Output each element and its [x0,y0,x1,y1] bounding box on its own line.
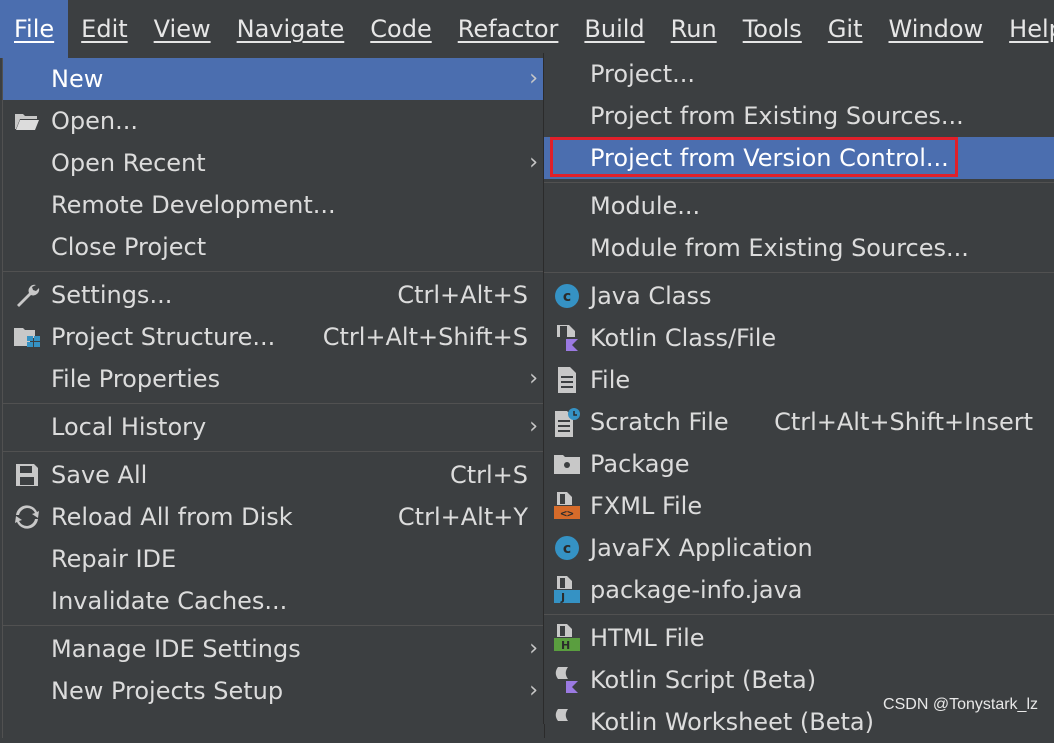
separator [544,272,1054,273]
menu-window[interactable]: Window [876,0,997,58]
svg-text:c: c [563,541,571,557]
menu-item-open[interactable]: Open... [3,100,544,142]
java-class-icon: c [544,275,590,317]
menu-item-open-recent[interactable]: Open Recent › [3,142,544,184]
menu-navigate[interactable]: Navigate [224,0,358,58]
separator [3,271,544,272]
chevron-right-icon: › [529,150,538,175]
menu-item-project-structure[interactable]: Project Structure... Ctrl+Alt+Shift+S [3,316,544,358]
fxml-file-icon: <> [544,485,590,527]
menu-item-settings[interactable]: Settings... Ctrl+Alt+S [3,274,544,316]
submenu-item-javafx-application[interactable]: c JavaFX Application [544,527,1054,569]
menu-git[interactable]: Git [815,0,876,58]
wrench-icon [3,274,51,316]
svg-text:H: H [561,639,570,652]
submenu-item-project[interactable]: Project... [544,53,1054,95]
java-class-icon: c [544,527,590,569]
menu-item-manage-ide-settings[interactable]: Manage IDE Settings › [3,628,544,670]
java-file-icon: J [544,569,590,611]
folder-open-icon [3,100,51,142]
project-structure-icon [3,316,51,358]
menu-run[interactable]: Run [658,0,730,58]
svg-text:J: J [560,591,565,604]
menu-build[interactable]: Build [571,0,657,58]
menu-refactor[interactable]: Refactor [445,0,572,58]
menu-item-remote-development[interactable]: Remote Development... [3,184,544,226]
separator [3,625,544,626]
package-icon [544,443,590,485]
menu-item-file-properties[interactable]: File Properties › [3,358,544,400]
menu-help[interactable]: Help [996,0,1054,58]
submenu-item-fxml-file[interactable]: <> FXML File [544,485,1054,527]
separator [544,182,1054,183]
menu-edit[interactable]: Edit [68,0,140,58]
new-submenu: Project... Project from Existing Sources… [543,53,1054,736]
submenu-item-package-info[interactable]: J package-info.java [544,569,1054,611]
menu-bar: File Edit View Navigate Code Refactor Bu… [0,0,1054,58]
submenu-item-file[interactable]: File [544,359,1054,401]
save-icon [3,454,51,496]
menu-item-invalidate-caches[interactable]: Invalidate Caches... [3,580,544,622]
reload-icon [3,496,51,538]
separator [544,614,1054,615]
chevron-right-icon: › [529,636,538,661]
submenu-item-kotlin-class[interactable]: Kotlin Class/File [544,317,1054,359]
chevron-right-icon: › [529,66,538,91]
separator [3,403,544,404]
menu-code[interactable]: Code [357,0,444,58]
menu-file[interactable]: File [0,0,69,58]
submenu-item-project-from-vcs[interactable]: Project from Version Control... [544,137,1054,179]
watermark: CSDN @Tonystark_lz [883,696,1038,713]
chevron-right-icon: › [529,678,538,703]
scratch-file-icon [544,401,590,443]
file-menu-dropdown: New › Open... Open Recent › Remote Devel… [2,58,545,738]
chevron-right-icon: › [529,366,538,391]
submenu-item-module[interactable]: Module... [544,185,1054,227]
file-icon [544,359,590,401]
menu-item-repair-ide[interactable]: Repair IDE [3,538,544,580]
submenu-item-html-file[interactable]: H HTML File [544,617,1054,659]
svg-text:<>: <> [560,507,574,520]
svg-text:c: c [563,289,571,305]
submenu-item-package[interactable]: Package [544,443,1054,485]
submenu-item-project-existing-sources[interactable]: Project from Existing Sources... [544,95,1054,137]
submenu-item-kotlin-script[interactable]: Kotlin Script (Beta) [544,659,1054,701]
submenu-item-scratch-file[interactable]: Scratch File Ctrl+Alt+Shift+Insert [544,401,1054,443]
menu-item-new[interactable]: New › [3,58,544,100]
submenu-item-module-existing-sources[interactable]: Module from Existing Sources... [544,227,1054,269]
menu-item-new-projects-setup[interactable]: New Projects Setup › [3,670,544,712]
menu-view[interactable]: View [141,0,224,58]
menu-item-save-all[interactable]: Save All Ctrl+S [3,454,544,496]
separator [3,451,544,452]
menu-item-local-history[interactable]: Local History › [3,406,544,448]
kotlin-file-icon [544,317,590,359]
html-file-icon: H [544,617,590,659]
menu-item-reload-all[interactable]: Reload All from Disk Ctrl+Alt+Y [3,496,544,538]
kotlin-worksheet-icon [544,701,590,743]
menu-tools[interactable]: Tools [730,0,815,58]
submenu-item-java-class[interactable]: c Java Class [544,275,1054,317]
chevron-right-icon: › [529,414,538,439]
kotlin-script-icon [544,659,590,701]
menu-item-close-project[interactable]: Close Project [3,226,544,268]
